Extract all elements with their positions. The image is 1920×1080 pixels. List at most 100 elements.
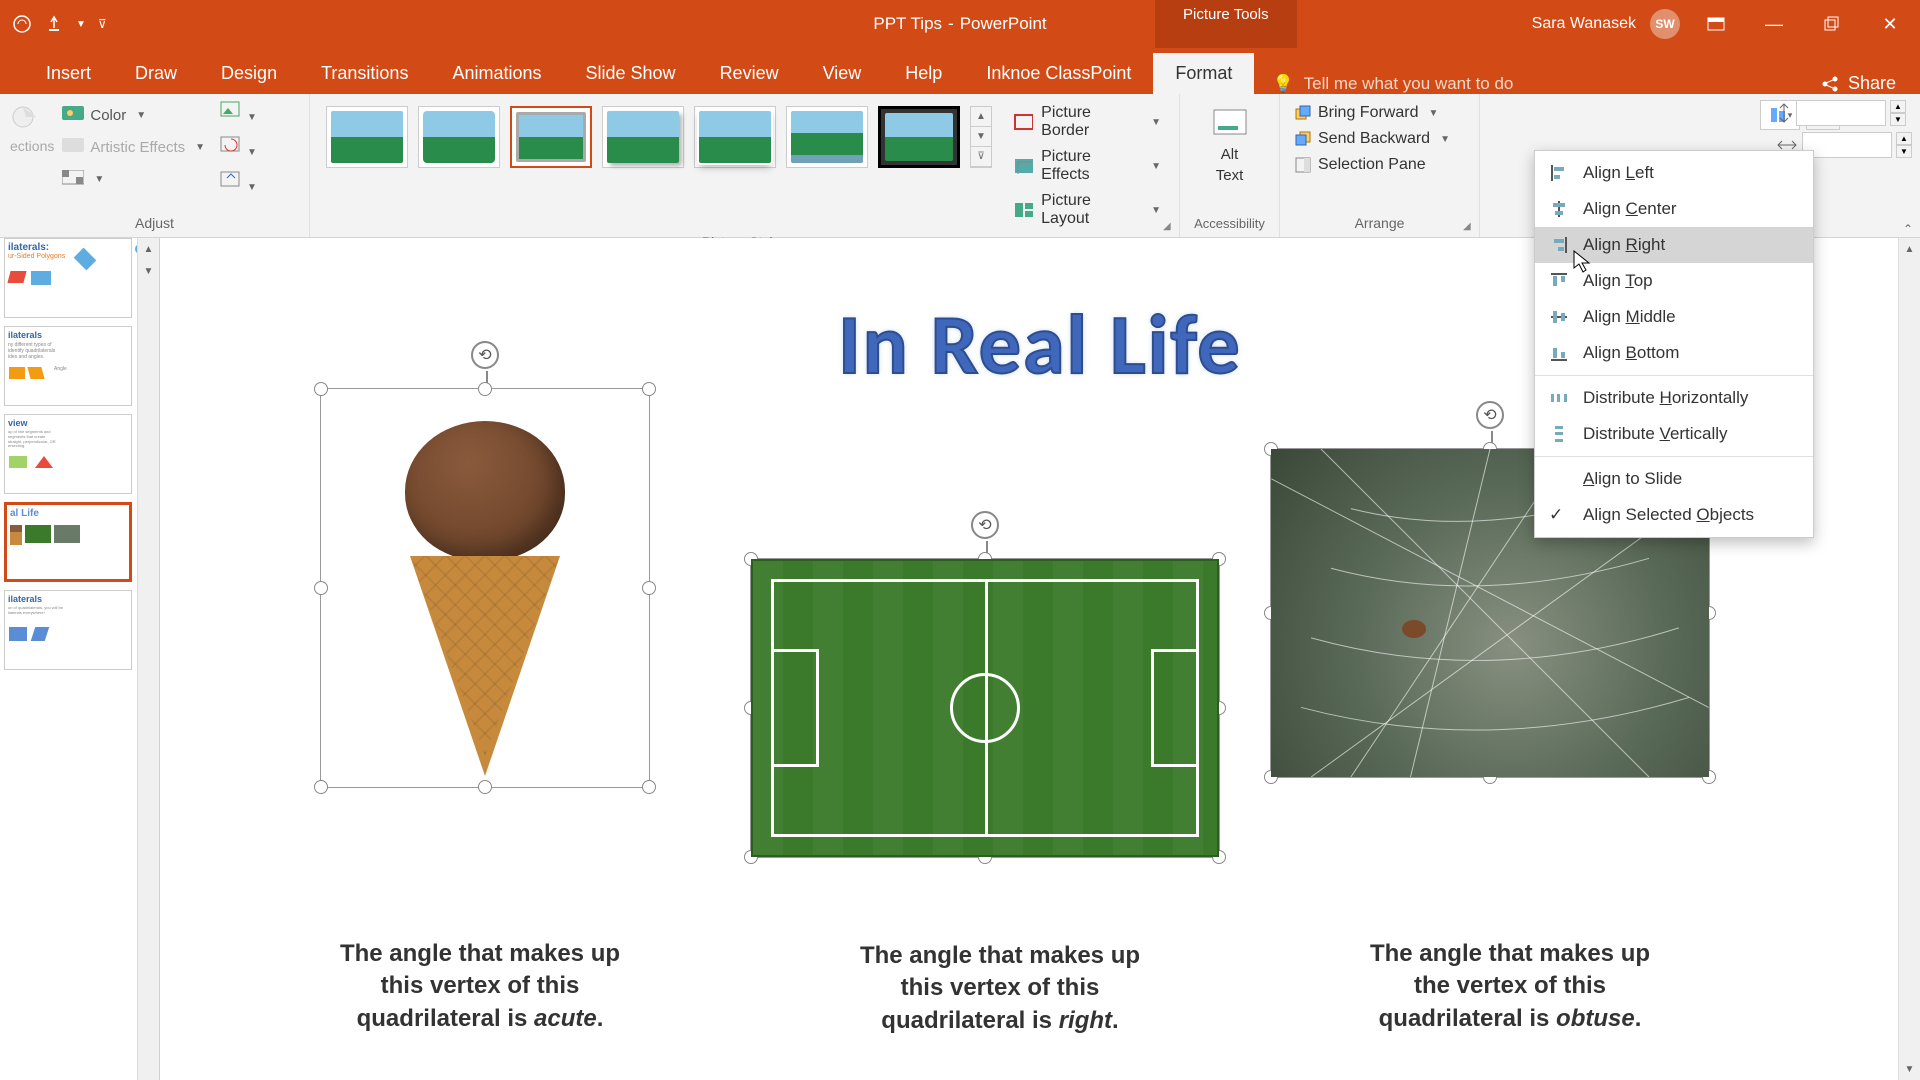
bring-forward-icon: [1294, 104, 1312, 122]
slide-thumb-5[interactable]: ilaterals on of quadrilaterals, you will…: [4, 590, 132, 670]
thumbnail-scrollbar[interactable]: ▲ ▼: [137, 238, 159, 1080]
qat-dropdown-icon[interactable]: ▼: [76, 19, 86, 30]
caption-2: The angle that makes up this vertex of t…: [800, 940, 1200, 1037]
rotation-handle[interactable]: ⟲: [471, 341, 499, 369]
compress-pictures-icon[interactable]: ▼: [219, 100, 257, 125]
reset-picture-icon[interactable]: ▼: [219, 170, 257, 195]
share-icon: [1820, 74, 1840, 94]
tab-insert[interactable]: Insert: [24, 53, 113, 94]
caption-3: The angle that makes up the vertex of th…: [1310, 938, 1710, 1035]
app-name: PowerPoint: [960, 14, 1047, 34]
arrange-label: Arrange: [1290, 213, 1469, 235]
alt-text-button[interactable]: Alt Text: [1202, 100, 1258, 190]
style-thumb-5[interactable]: [694, 106, 776, 168]
alt-text-icon: [1212, 106, 1248, 142]
autosave-icon[interactable]: [12, 14, 32, 34]
align-selected-objects-item[interactable]: ✓Align Selected Objects: [1535, 497, 1813, 533]
width-up[interactable]: ▲: [1896, 132, 1912, 145]
style-thumb-7[interactable]: [878, 106, 960, 168]
adjust-group-label: Adjust: [10, 213, 299, 235]
height-input[interactable]: [1796, 100, 1886, 126]
align-left-item[interactable]: Align Left: [1535, 155, 1813, 191]
restore-button[interactable]: [1810, 6, 1854, 42]
slide-thumb-2[interactable]: ilaterals ny different types ofidentify …: [4, 326, 132, 406]
align-left-icon: [1549, 163, 1569, 183]
style-thumb-6[interactable]: [786, 106, 868, 168]
ribbon-display-icon[interactable]: [1694, 6, 1738, 42]
slide-thumb-1[interactable]: ilaterals: ur-Sided Polygons: [4, 238, 132, 318]
tell-me-search[interactable]: 💡 Tell me what you want to do: [1254, 74, 1531, 94]
group-arrange: Bring Forward▼ Send Backward▼ Selection …: [1280, 94, 1480, 237]
gallery-scroll[interactable]: ▲▼⊽: [970, 106, 992, 168]
scroll-up-icon[interactable]: ▲: [138, 238, 159, 260]
corrections-button[interactable]: [10, 104, 54, 130]
distribute-vertically-item[interactable]: Distribute Vertically: [1535, 416, 1813, 452]
touch-mode-icon[interactable]: [44, 14, 64, 34]
slide-thumb-4[interactable]: al Life: [4, 502, 132, 582]
transparency-button[interactable]: ▼: [62, 170, 205, 188]
tab-review[interactable]: Review: [698, 53, 801, 94]
share-button[interactable]: Share: [1820, 73, 1920, 94]
style-thumb-2[interactable]: [418, 106, 500, 168]
scroll-down-icon[interactable]: ▼: [138, 260, 159, 282]
align-middle-item[interactable]: Align Middle: [1535, 299, 1813, 335]
tab-animations[interactable]: Animations: [430, 53, 563, 94]
picture-border-button[interactable]: Picture Border▼: [1014, 104, 1161, 140]
height-up[interactable]: ▲: [1890, 100, 1906, 113]
selection-pane-button[interactable]: Selection Pane: [1294, 156, 1450, 174]
tab-format[interactable]: Format: [1153, 53, 1254, 94]
artistic-effects-button[interactable]: Artistic Effects▼: [62, 138, 205, 156]
width-down[interactable]: ▼: [1896, 145, 1912, 158]
canvas-scrollbar-vertical[interactable]: ▲ ▼: [1898, 238, 1920, 1080]
layout-icon: [1014, 202, 1033, 218]
width-input[interactable]: [1802, 132, 1892, 158]
change-picture-icon[interactable]: ▼: [219, 135, 257, 160]
distribute-horizontally-item[interactable]: Distribute Horizontally: [1535, 380, 1813, 416]
bring-forward-button[interactable]: Bring Forward▼: [1294, 104, 1450, 122]
tab-slideshow[interactable]: Slide Show: [564, 53, 698, 94]
align-center-item[interactable]: Align Center: [1535, 191, 1813, 227]
style-thumb-3[interactable]: [510, 106, 592, 168]
picture-styles-launcher[interactable]: ◢: [1163, 221, 1177, 235]
icecream-image: [321, 389, 649, 787]
align-top-icon: [1549, 271, 1569, 291]
style-thumb-4[interactable]: [602, 106, 684, 168]
close-button[interactable]: ✕: [1868, 6, 1912, 42]
align-to-slide-item[interactable]: Align to Slide: [1535, 461, 1813, 497]
artistic-icon: [62, 138, 84, 156]
tab-help[interactable]: Help: [883, 53, 964, 94]
caption-1: The angle that makes up this vertex of t…: [280, 938, 680, 1035]
tab-view[interactable]: View: [801, 53, 884, 94]
send-backward-button[interactable]: Send Backward▼: [1294, 130, 1450, 148]
selected-picture-icecream[interactable]: ⟲: [320, 388, 650, 788]
color-button[interactable]: Color▼: [62, 106, 205, 124]
align-bottom-item[interactable]: Align Bottom: [1535, 335, 1813, 371]
tab-classpoint[interactable]: Inknoe ClassPoint: [964, 53, 1153, 94]
color-icon: [62, 106, 84, 124]
picture-styles-gallery[interactable]: ▲▼⊽: [320, 100, 998, 174]
qat-customize-icon[interactable]: ⊽: [98, 17, 107, 31]
align-top-item[interactable]: Align Top: [1535, 263, 1813, 299]
tab-design[interactable]: Design: [199, 53, 299, 94]
rotation-handle[interactable]: ⟲: [971, 511, 999, 539]
user-avatar[interactable]: SW: [1650, 9, 1680, 39]
height-down[interactable]: ▼: [1890, 113, 1906, 126]
collapse-ribbon-icon[interactable]: ⌃: [1899, 220, 1917, 238]
rotation-handle[interactable]: ⟲: [1476, 401, 1504, 429]
scroll-down-icon[interactable]: ▼: [1899, 1058, 1920, 1080]
picture-layout-button[interactable]: Picture Layout▼: [1014, 192, 1161, 228]
lightbulb-icon: 💡: [1272, 74, 1293, 94]
scroll-up-icon[interactable]: ▲: [1899, 238, 1920, 260]
tab-draw[interactable]: Draw: [113, 53, 199, 94]
align-right-item[interactable]: Align Right: [1535, 227, 1813, 263]
group-adjust: ections Color▼ Artistic Effects▼ ▼ ▼ ▼: [0, 94, 310, 237]
style-thumb-1[interactable]: [326, 106, 408, 168]
slide-thumb-3[interactable]: view up of line segments andsegments tha…: [4, 414, 132, 494]
picture-effects-button[interactable]: Picture Effects▼: [1014, 148, 1161, 184]
border-icon: [1014, 114, 1033, 130]
selected-picture-soccer-field[interactable]: ⟲: [750, 558, 1220, 858]
minimize-button[interactable]: —: [1752, 6, 1796, 42]
group-accessibility: Alt Text Accessibility: [1180, 94, 1280, 237]
tab-transitions[interactable]: Transitions: [299, 53, 430, 94]
arrange-launcher[interactable]: ◢: [1463, 221, 1477, 235]
